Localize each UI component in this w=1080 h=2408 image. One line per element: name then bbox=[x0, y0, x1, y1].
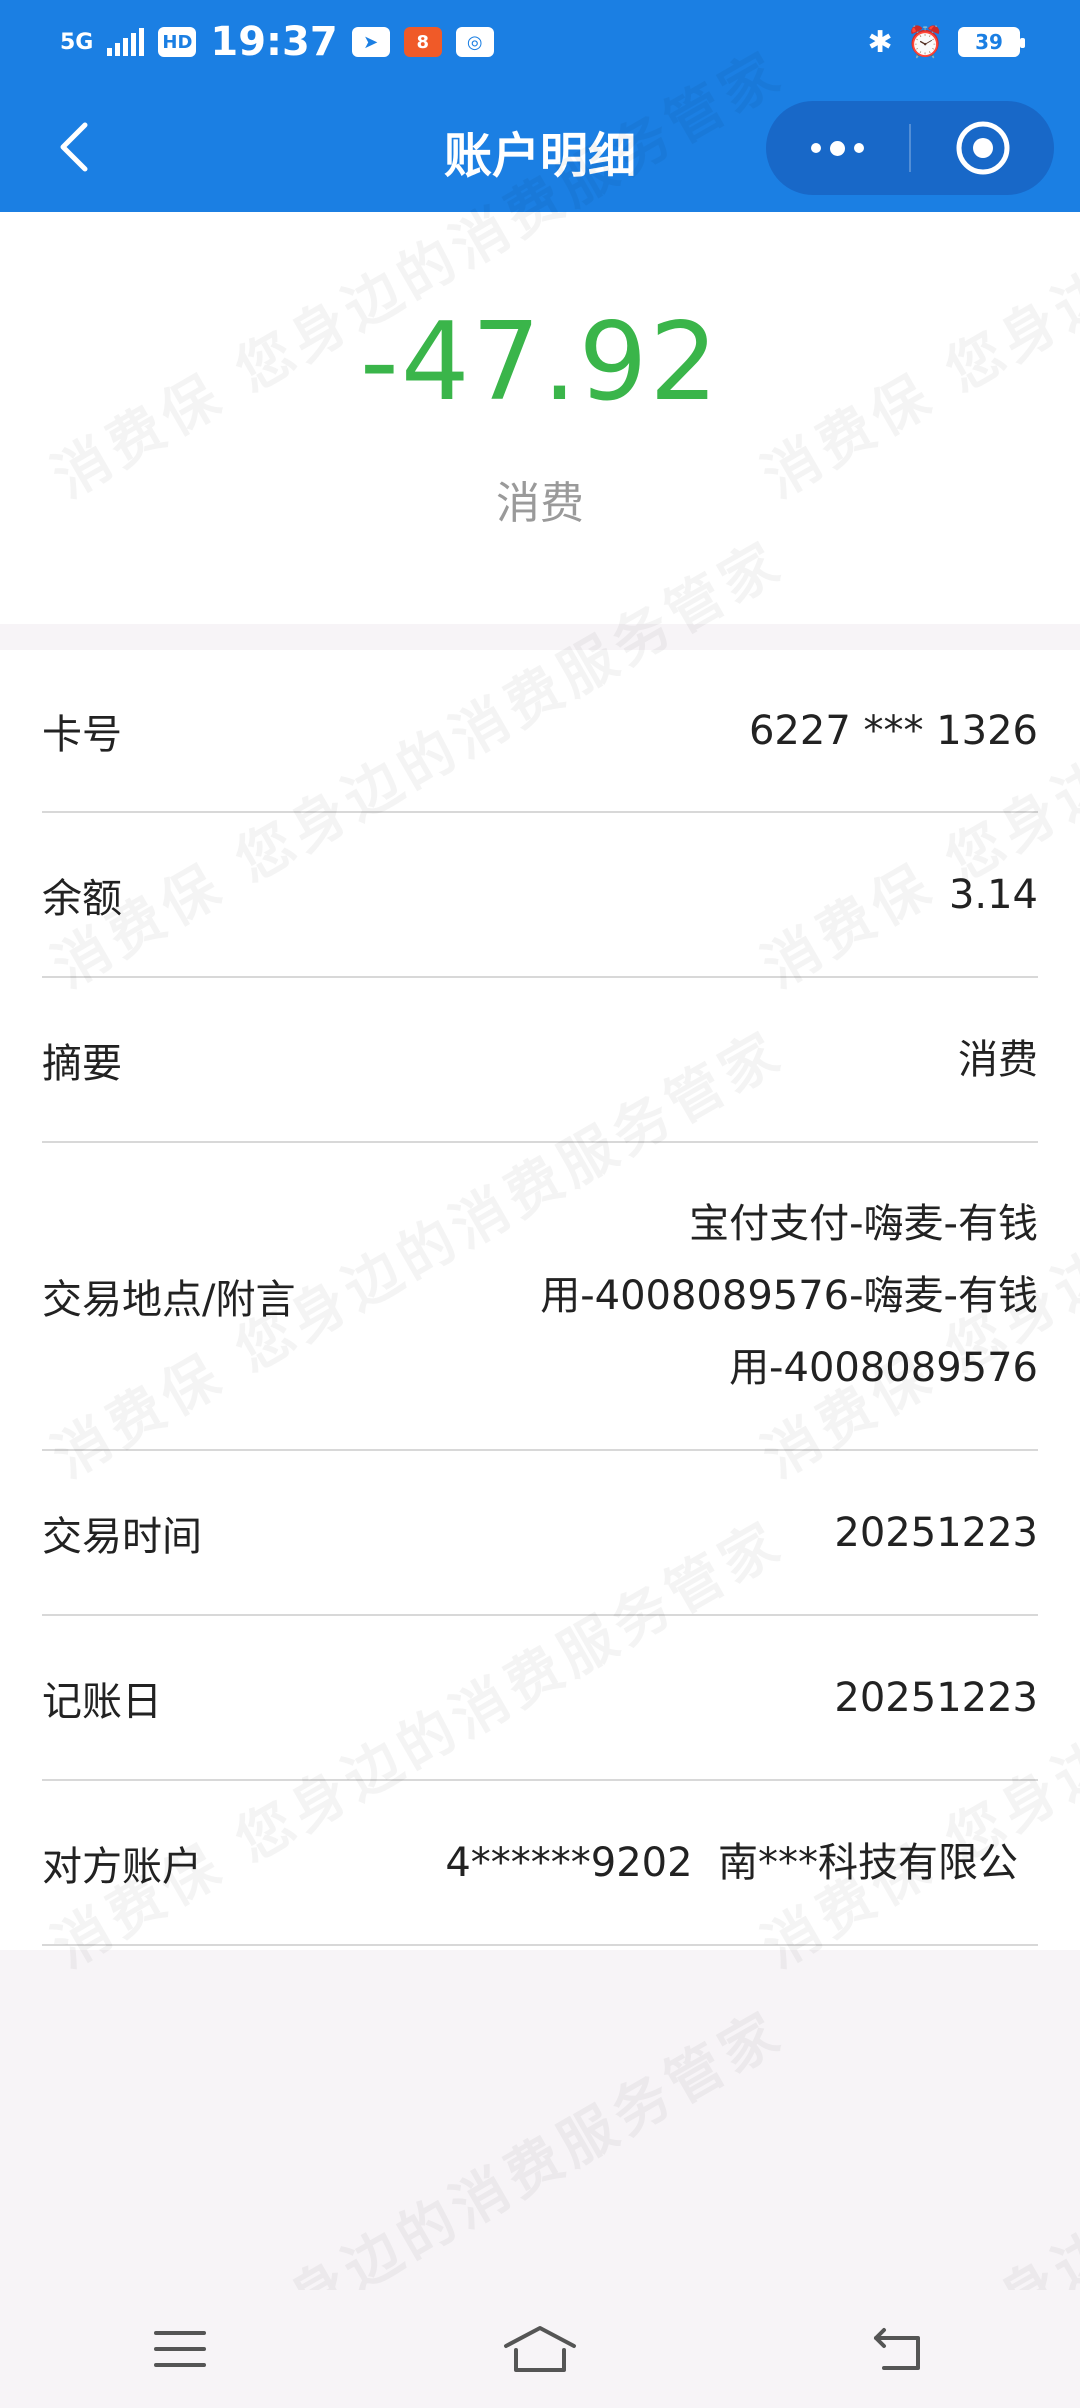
detail-row-summary: 摘要 消费 bbox=[42, 978, 1038, 1143]
network-label: 5G bbox=[60, 29, 94, 55]
detail-label: 交易地点/附言 bbox=[42, 1277, 296, 1323]
detail-value: 宝付支付-嗨麦-有钱用-4008089576-嗨麦-有钱用-4008089576 bbox=[540, 1201, 1038, 1391]
battery-level: 39 bbox=[975, 30, 1003, 54]
chat-icon: ◎ bbox=[455, 27, 494, 57]
target-close-icon bbox=[956, 121, 1009, 175]
menu-icon bbox=[154, 2331, 206, 2367]
detail-value: 6227 *** 1326 bbox=[748, 707, 1038, 754]
detail-label: 对方账户 bbox=[42, 1843, 202, 1890]
telegram-icon: ➤ bbox=[351, 27, 390, 57]
status-bar: 5G HD 19:37 ➤ 8 ◎ ✱ ⏰ 39 bbox=[0, 0, 1080, 84]
detail-label: 余额 bbox=[42, 875, 122, 922]
section-gap bbox=[0, 624, 1080, 650]
status-time: 19:37 bbox=[210, 19, 338, 65]
top-bar: 5G HD 19:37 ➤ 8 ◎ ✱ ⏰ 39 账户明细 bbox=[0, 0, 1080, 212]
details-list: 卡号 6227 *** 1326 余额 3.14 摘要 消费 交易地点/附言 宝… bbox=[0, 650, 1080, 1950]
detail-label: 交易时间 bbox=[42, 1513, 202, 1560]
bluetooth-icon: ✱ bbox=[867, 24, 893, 60]
status-left: 5G HD 19:37 ➤ 8 ◎ bbox=[60, 19, 494, 65]
return-icon bbox=[874, 2328, 920, 2370]
detail-label: 摘要 bbox=[42, 1040, 122, 1087]
more-icon bbox=[811, 140, 864, 156]
detail-row-location: 交易地点/附言 宝付支付-嗨麦-有钱用-4008089576-嗨麦-有钱用-40… bbox=[42, 1143, 1038, 1451]
detail-value: 3.14 bbox=[948, 871, 1038, 918]
status-right: ✱ ⏰ 39 bbox=[867, 24, 1025, 60]
detail-value: 20251223 bbox=[834, 1674, 1038, 1721]
transaction-type: 消费 bbox=[496, 478, 584, 529]
battery-icon: 39 bbox=[958, 27, 1025, 57]
close-mini-program-button[interactable] bbox=[911, 101, 1054, 195]
app-notification-icon: 8 bbox=[403, 27, 442, 57]
mini-program-capsule bbox=[766, 101, 1054, 195]
home-nav-button[interactable] bbox=[480, 2304, 600, 2394]
menu-nav-button[interactable] bbox=[120, 2304, 240, 2394]
navigation-bar: 账户明细 bbox=[0, 84, 1080, 212]
hd-badge: HD bbox=[158, 27, 197, 57]
back-nav-button[interactable] bbox=[840, 2304, 960, 2394]
detail-row-transaction-time: 交易时间 20251223 bbox=[42, 1451, 1038, 1616]
detail-value: 消费 bbox=[958, 1036, 1038, 1083]
signal-icon bbox=[107, 28, 145, 56]
detail-row-balance: 余额 3.14 bbox=[42, 813, 1038, 978]
more-button[interactable] bbox=[766, 101, 909, 195]
detail-label: 卡号 bbox=[42, 711, 122, 758]
alarm-icon: ⏰ bbox=[906, 24, 944, 60]
home-icon bbox=[504, 2326, 576, 2372]
system-navigation-bar bbox=[0, 2290, 1080, 2408]
detail-value: 20251223 bbox=[834, 1509, 1038, 1556]
transaction-amount: -47.92 bbox=[359, 300, 721, 425]
detail-row-card-number: 卡号 6227 *** 1326 bbox=[42, 650, 1038, 813]
detail-row-posting-date: 记账日 20251223 bbox=[42, 1616, 1038, 1781]
detail-row-counterparty: 对方账户 4******9202 南***科技有限公 bbox=[42, 1781, 1038, 1946]
detail-value: 4******9202 南***科技有限公 bbox=[445, 1839, 1018, 1886]
amount-section: -47.92 消费 bbox=[0, 212, 1080, 624]
detail-label: 记账日 bbox=[42, 1678, 162, 1725]
